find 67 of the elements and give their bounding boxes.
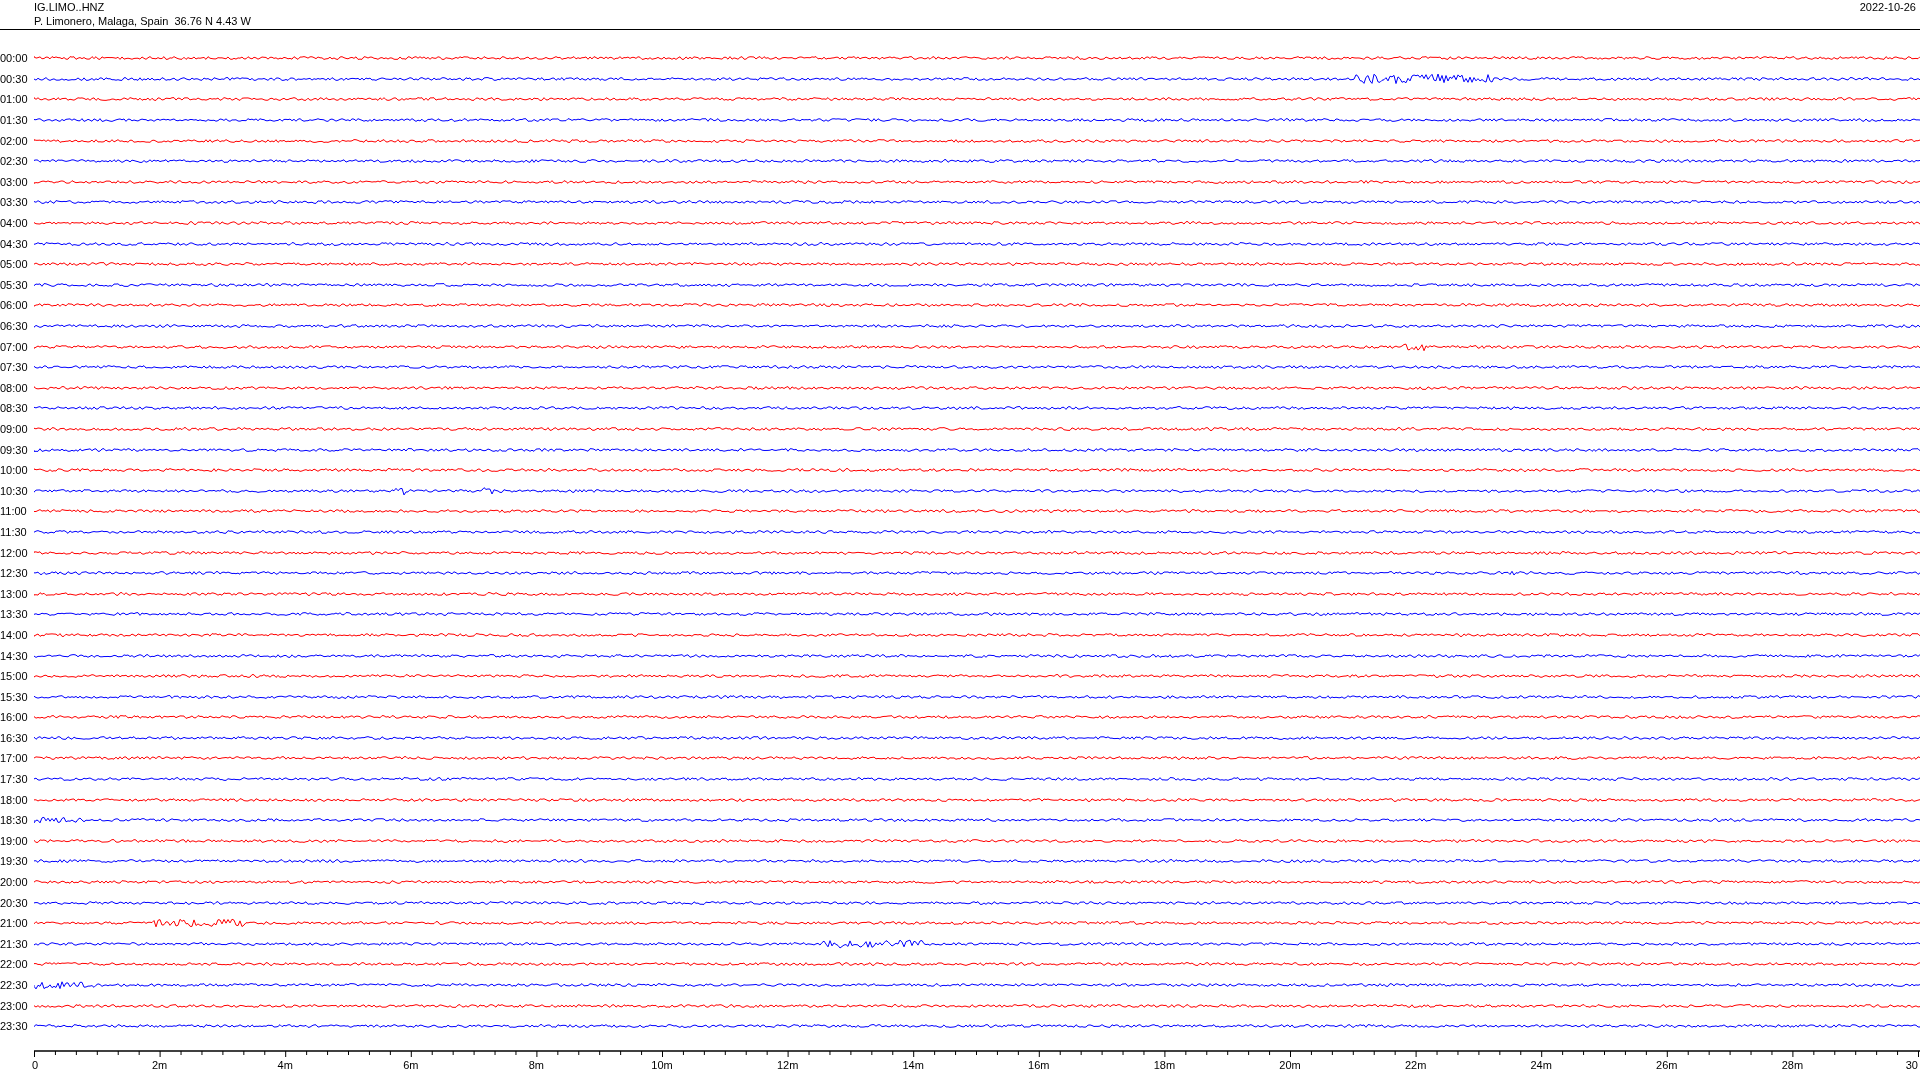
time-label: 04:30 bbox=[0, 237, 29, 250]
time-label: 10:00 bbox=[0, 464, 29, 477]
time-label: 17:30 bbox=[0, 773, 29, 786]
time-label: 14:30 bbox=[0, 649, 29, 662]
time-label: 04:00 bbox=[0, 217, 29, 230]
axis-label: 0 bbox=[32, 1059, 39, 1071]
axis-label: 30 bbox=[1905, 1059, 1918, 1071]
axis-label: 16m bbox=[1028, 1059, 1050, 1071]
axis-label: 28m bbox=[1781, 1059, 1804, 1071]
time-label: 21:30 bbox=[0, 937, 29, 950]
axis-label: 12m bbox=[776, 1059, 799, 1071]
axis-label: 26m bbox=[1656, 1059, 1678, 1071]
axis-label: 2m bbox=[151, 1059, 168, 1071]
axis-label: 14m bbox=[902, 1059, 924, 1071]
record-date: 2022-10-26 bbox=[1859, 0, 1916, 15]
time-label: 23:00 bbox=[0, 999, 29, 1012]
time-label: 11:30 bbox=[0, 525, 28, 538]
time-label: 05:30 bbox=[0, 278, 29, 291]
axis-label: 24m bbox=[1530, 1059, 1552, 1071]
time-label: 06:30 bbox=[0, 320, 29, 332]
time-label: 23:30 bbox=[0, 1020, 29, 1033]
time-label: 13:30 bbox=[0, 608, 29, 621]
time-label: 18:00 bbox=[0, 793, 29, 806]
time-label: 17:00 bbox=[0, 752, 29, 765]
time-label: 01:00 bbox=[0, 93, 29, 106]
time-label: 12:00 bbox=[0, 546, 29, 559]
axis-label: 8m bbox=[528, 1059, 545, 1071]
time-label: 15:00 bbox=[0, 670, 29, 683]
time-label: 19:30 bbox=[0, 855, 29, 868]
station-location: P. Limonero, Malaga, Spain 36.76 N 4.43 W bbox=[34, 14, 251, 28]
time-label: 22:30 bbox=[0, 979, 29, 991]
time-label: 00:00 bbox=[0, 52, 29, 65]
axis-label: 10m bbox=[651, 1059, 673, 1071]
time-label: 02:00 bbox=[0, 134, 29, 147]
axis-label: 4m bbox=[277, 1059, 293, 1071]
time-label: 16:30 bbox=[0, 731, 29, 744]
time-label: 18:30 bbox=[0, 814, 29, 827]
time-label: 09:30 bbox=[0, 443, 29, 456]
time-label: 10:30 bbox=[0, 484, 29, 497]
axis-label: 6m bbox=[403, 1059, 419, 1071]
time-label: 01:30 bbox=[0, 114, 29, 127]
axis-label: 22m bbox=[1404, 1059, 1427, 1071]
station-code: IG.LIMO..HNZ bbox=[34, 0, 106, 14]
time-label: 20:00 bbox=[0, 876, 29, 889]
time-label: 13:00 bbox=[0, 587, 29, 600]
axis-label: 20m bbox=[1279, 1059, 1301, 1071]
time-label: 15:30 bbox=[0, 690, 29, 703]
time-label: 08:30 bbox=[0, 402, 29, 415]
time-label: 03:30 bbox=[0, 196, 29, 209]
time-label: 07:00 bbox=[0, 340, 29, 353]
time-label: 21:00 bbox=[0, 917, 29, 930]
time-label: 19:00 bbox=[0, 834, 29, 847]
time-label: 16:00 bbox=[0, 711, 29, 724]
time-label: 14:00 bbox=[0, 628, 29, 641]
time-label: 08:00 bbox=[0, 381, 29, 394]
time-label: 11:00 bbox=[0, 505, 28, 518]
time-label: 00:30 bbox=[0, 72, 29, 85]
time-label: 03:00 bbox=[0, 175, 29, 188]
time-label: 02:30 bbox=[0, 155, 29, 168]
time-label: 22:00 bbox=[0, 958, 29, 971]
time-label: 20:30 bbox=[0, 896, 29, 909]
time-label: 12:30 bbox=[0, 567, 29, 580]
time-label: 05:00 bbox=[0, 258, 29, 271]
axis-label: 18m bbox=[1153, 1059, 1176, 1071]
time-label: 09:00 bbox=[0, 423, 29, 435]
time-label: 06:00 bbox=[0, 299, 29, 312]
time-label: 07:30 bbox=[0, 361, 29, 374]
